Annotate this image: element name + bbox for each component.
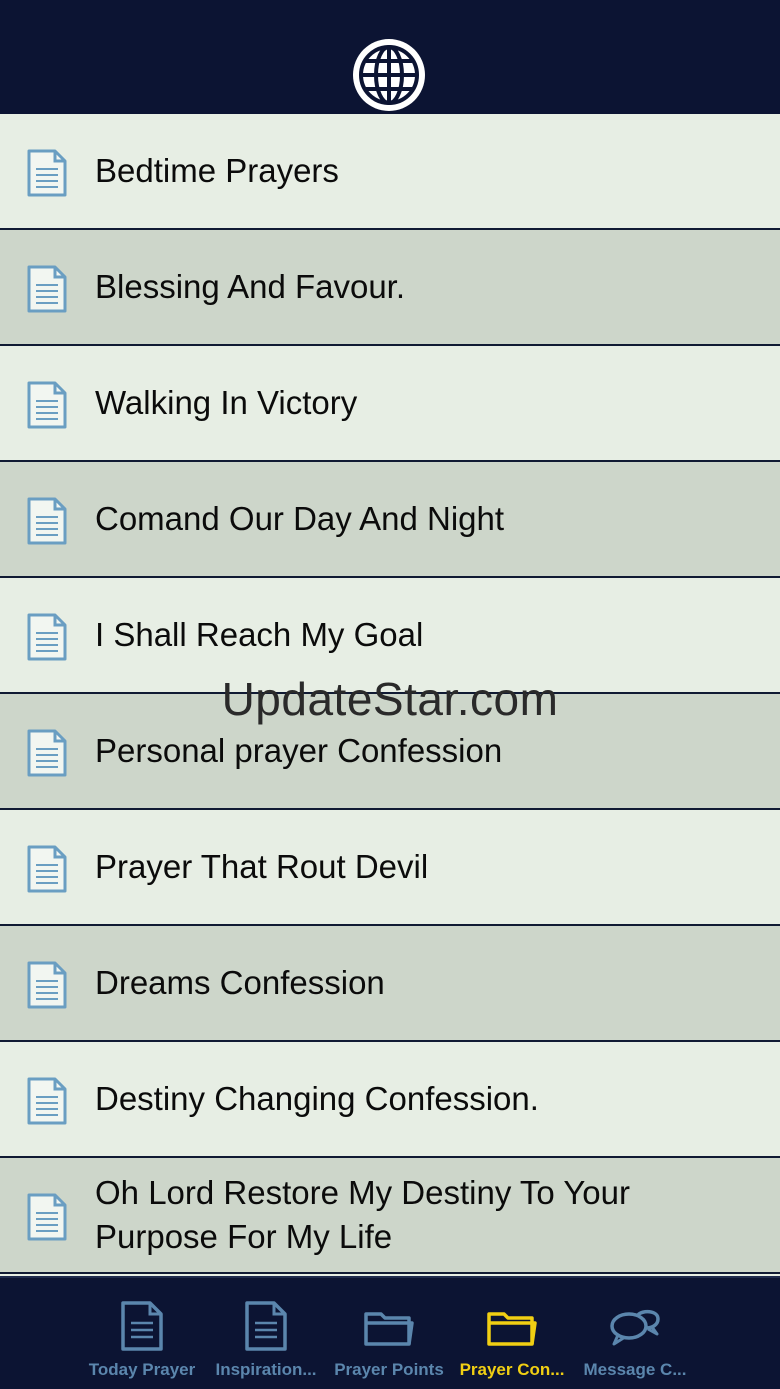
document-icon	[27, 961, 67, 1009]
tab-prayer-confession[interactable]: Prayer Con...	[447, 1278, 577, 1389]
list-item[interactable]: I Shall Reach My Goal	[0, 578, 780, 694]
list-item-label: Oh Lord Restore My Destiny To Your Purpo…	[95, 1174, 630, 1255]
list-item[interactable]: Dreams Confession	[0, 926, 780, 1042]
top-navigation-bar	[0, 0, 780, 114]
bottom-tab-bar: Today Prayer Inspiration... Prayer Point…	[0, 1276, 780, 1389]
list-item[interactable]: Bedtime Prayers	[0, 114, 780, 230]
document-icon	[245, 1301, 287, 1351]
chat-bubbles-icon	[610, 1309, 660, 1346]
list-item-label: Prayer That Rout Devil	[95, 848, 429, 885]
tab-label: Inspiration...	[215, 1360, 317, 1379]
list-item-label: Blessing And Favour.	[95, 268, 406, 305]
list-item[interactable]: Walking In Victory	[0, 346, 780, 462]
document-icon	[27, 1193, 67, 1241]
tab-label: Prayer Con...	[459, 1360, 565, 1379]
document-icon	[27, 613, 67, 661]
document-icon	[27, 729, 67, 777]
list-item-label: I Shall Reach My Goal	[95, 616, 424, 653]
list-item[interactable]: Blessing And Favour.	[0, 230, 780, 346]
list-item-label: Destiny Changing Confession.	[95, 1080, 539, 1117]
list-item[interactable]: Prayer That Rout Devil	[0, 810, 780, 926]
document-icon	[27, 845, 67, 893]
document-icon	[121, 1301, 163, 1351]
list-item[interactable]: Personal prayer Confession	[0, 694, 780, 810]
document-icon	[27, 265, 67, 313]
tab-inspiration[interactable]: Inspiration...	[201, 1278, 331, 1389]
prayer-confession-list[interactable]: Bedtime Prayers Blessing And Favour. Wal…	[0, 114, 780, 1276]
list-item-label: Walking In Victory	[95, 384, 358, 421]
tab-today-prayer[interactable]: Today Prayer	[77, 1278, 207, 1389]
tab-label: Today Prayer	[88, 1360, 196, 1379]
list-item[interactable]: Destiny Changing Confession.	[0, 1042, 780, 1158]
globe-icon[interactable]	[351, 37, 427, 113]
list-item-label: Comand Our Day And Night	[95, 500, 505, 537]
folder-icon	[487, 1312, 537, 1346]
document-icon	[27, 1077, 67, 1125]
list-item[interactable]: Comand Our Day And Night	[0, 462, 780, 578]
list-item-label: Dreams Confession	[95, 964, 385, 1001]
tab-prayer-points[interactable]: Prayer Points	[324, 1278, 454, 1389]
list-item-label: Personal prayer Confession	[95, 732, 503, 769]
list-item-label: Bedtime Prayers	[95, 152, 339, 189]
document-icon	[27, 497, 67, 545]
tab-message[interactable]: Message C...	[570, 1278, 700, 1389]
list-item[interactable]: Oh Lord Restore My Destiny To Your Purpo…	[0, 1158, 780, 1274]
tab-label: Message C...	[583, 1360, 687, 1379]
tab-label: Prayer Points	[334, 1360, 444, 1379]
document-icon	[27, 149, 67, 197]
folder-icon	[364, 1312, 414, 1346]
document-icon	[27, 381, 67, 429]
